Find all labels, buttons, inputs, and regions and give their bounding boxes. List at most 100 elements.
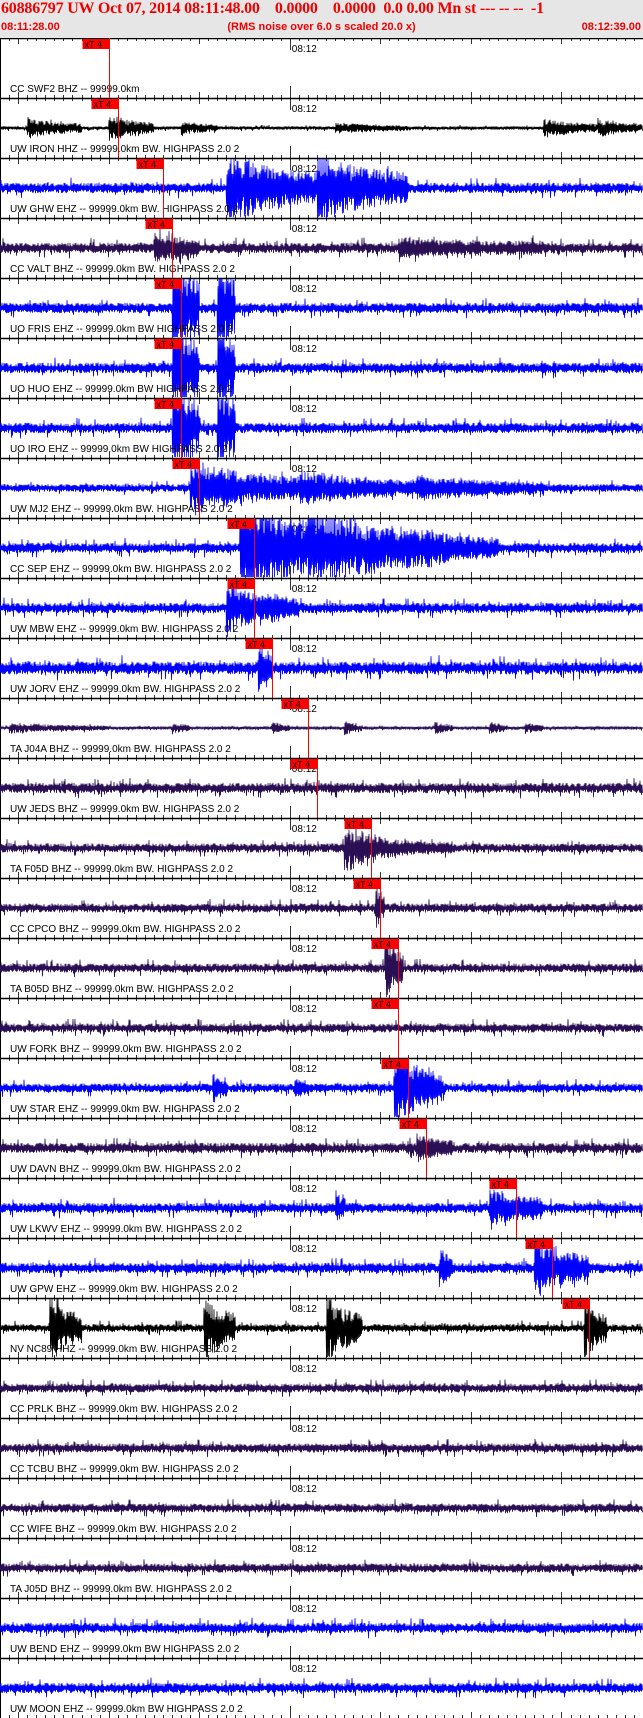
pick-label: xT 4: [374, 1000, 391, 1010]
trace-panel: 08:12UW MJ2 EHZ -- 99999.0km BW. HIGHPAS…: [0, 457, 643, 518]
minute-label: 08:12: [292, 464, 317, 475]
station-label: NV NC89 HHZ -- 99999.0km BW. HIGHPASS 2.…: [10, 1344, 238, 1355]
waveform-trace: [0, 1378, 643, 1397]
minute-label: 08:12: [292, 104, 317, 115]
station-label: TA F05D BHZ -- 99999.0km BW. HIGHPASS 2.…: [10, 864, 233, 875]
trace-panel: 08:12 UO HUO EHZ -- 99999.0km BW HIGHPASS…: [0, 337, 643, 398]
minute-label: 08:12: [292, 824, 317, 835]
trace-panel: 08:12 CC PRLK BHZ -- 99999.0km BW. HIGHPA…: [0, 1357, 643, 1418]
trace-panel: 08:12TA J04A BHZ -- 99999.0km BW. HIGHPA…: [0, 697, 643, 758]
station-label: UW MOON EHZ -- 99999.0km BW HIGHPASS 2.0…: [10, 1704, 243, 1715]
waveform-trace: [0, 1018, 643, 1037]
station-label: TA B05D BHZ -- 99999.0km BW. HIGHPASS 2.…: [10, 984, 234, 995]
station-label: UW GPW EHZ -- 99999.0km BW. HIGHPASS 2.0…: [10, 1284, 238, 1295]
waveform-trace: [0, 116, 643, 141]
trace-panel: 08:12 CC CPCO BHZ -- 99999.0km BW. HIGHPA…: [0, 877, 643, 938]
pick-label: xT 4: [492, 1180, 509, 1190]
pick-label: xT 4: [94, 100, 111, 110]
minute-label: 08:12: [292, 584, 317, 595]
trace-panel: 08:12 CC SWF2 BHZ -- 99999.0km xT 4: [0, 38, 643, 98]
pick-label: xT 4: [157, 280, 174, 290]
trace-panel: 08:12 UW GPW EHZ -- 99999.0km BW. HIGHPAS…: [0, 1237, 643, 1298]
trace-panel: 08:12 UW MBW EHZ -- 99999.0km BW. HIGHPAS…: [0, 577, 643, 638]
window-end-time: 08:12:39.00: [581, 21, 641, 33]
pick-label: xT 4: [230, 580, 247, 590]
minute-label: 08:12: [292, 1064, 317, 1075]
pick-label: xT 4: [293, 760, 310, 770]
trace-panel: 08:12 UW LKWV EHZ -- 99999.0km BW. HIGHPA…: [0, 1177, 643, 1238]
minute-label: 08:12: [292, 1364, 317, 1375]
event-title: 60886797 UW Oct 07, 2014 08:11:48.00 0.0…: [1, 0, 544, 17]
trace-panel: 08:12 CC VALT BHZ -- 99999.0km BW. HIGHPA…: [0, 217, 643, 278]
minute-label: 08:12: [292, 1304, 317, 1315]
minute-label: 08:12: [292, 224, 317, 235]
trace-panel: 08:12 UW FORK BHZ -- 99999.0km BW. HIGHPA…: [0, 997, 643, 1058]
pick-label: xT 4: [402, 1120, 419, 1130]
station-label: CC SEP EHZ -- 99999.0km BW. HIGHPASS 2.0…: [10, 564, 232, 575]
station-label: UW JORV EHZ -- 99999.0km BW. HIGHPASS 2.…: [10, 684, 241, 695]
station-label: UW IRON HHZ -- 99999.0km BW. HIGHPASS 2.…: [10, 144, 240, 155]
trace-panel: 08:12 TA B05D BHZ -- 99999.0km BW. HIGHPA…: [0, 937, 643, 998]
pick-label: xT 4: [347, 820, 364, 830]
waveform-trace: [0, 1677, 643, 1699]
pick-label: xT 4: [374, 940, 391, 950]
station-label: CC VALT BHZ -- 99999.0km BW. HIGHPASS 2.…: [10, 264, 235, 275]
minute-label: 08:12: [292, 284, 317, 295]
minute-label: 08:12: [292, 1544, 317, 1555]
trace-panel: 08:12 UO FRIS EHZ -- 99999.0km BW HIGHPAS…: [0, 277, 643, 338]
trace-panel: 08:12 CC WIFE BHZ -- 99999.0km BW. HIGHPA…: [0, 1477, 643, 1538]
minute-label: 08:12: [292, 884, 317, 895]
minute-label: 08:12: [292, 404, 317, 415]
waveform-trace: [0, 777, 643, 799]
pick-label: xT 4: [148, 220, 165, 230]
trace-panel: 08:12CC SEP EHZ -- 99999.0km BW. HIGHPAS…: [0, 517, 643, 578]
trace-panel: 08:12 UW STAR EHZ -- 99999.0km BW. HIGHPA…: [0, 1057, 643, 1118]
minute-label: 08:12: [292, 1664, 317, 1675]
station-label: UW MBW EHZ -- 99999.0km BW. HIGHPASS 2.0…: [10, 624, 239, 635]
waveform-trace: [0, 1438, 643, 1458]
pick-label: xT 4: [356, 880, 373, 890]
seismogram-panels: 08:12CC SWF2 BHZ -- 99999.0kmxT 408:12UW…: [0, 38, 643, 1718]
waveform-trace: [0, 1133, 643, 1163]
trace-panel: 08:12 UW GHW EHZ -- 99999.0km BW. HIGHPAS…: [0, 157, 643, 218]
trace-panel: 08:12 UW JORV EHZ -- 99999.0km BW. HIGHPA…: [0, 637, 643, 698]
waveform-trace: [0, 1559, 643, 1578]
pick-label: xT 4: [384, 1060, 401, 1070]
pick-label: xT 4: [157, 340, 174, 350]
pick-label: xT 4: [139, 160, 156, 170]
trace-panel: 08:12 UW IRON HHZ -- 99999.0km BW. HIGHPA…: [0, 97, 643, 158]
waveform-trace: [0, 887, 643, 928]
station-label: UW LKWV EHZ -- 99999.0km BW. HIGHPASS 2.…: [10, 1224, 243, 1235]
minute-label: 08:12: [292, 164, 317, 175]
waveform-trace: [0, 228, 643, 265]
pick-label: xT 4: [565, 1300, 582, 1310]
waveform-trace: [0, 1617, 643, 1639]
minute-label: 08:12: [292, 344, 317, 355]
minute-label: 08:12: [292, 1184, 317, 1195]
station-label: CC SWF2 BHZ -- 99999.0km: [10, 84, 139, 95]
station-label: TA J05D BHZ -- 99999.0km BW. HIGHPASS 2.…: [10, 1584, 232, 1595]
trace-panel: 08:12 UW MOON EHZ -- 99999.0km BW HIGHPAS…: [0, 1657, 643, 1718]
minute-label: 08:12: [292, 1424, 317, 1435]
station-label: UW BEND EHZ -- 99999.0km BW HIGHPASS 2.0…: [10, 1644, 240, 1655]
station-label: UW JEDS BHZ -- 99999.0km BW. HIGHPASS 2.…: [10, 804, 240, 815]
pick-label: xT 4: [85, 40, 102, 50]
waveform-trace: [0, 1499, 643, 1518]
minute-label: 08:12: [292, 1484, 317, 1495]
minute-label: 08:12: [292, 44, 317, 55]
trace-panel: 08:12 UO IRO EHZ -- 99999.0km BW HIGHPASS…: [0, 397, 643, 458]
minute-label: 08:12: [292, 1244, 317, 1255]
minute-label: 08:12: [292, 1004, 317, 1015]
trace-panel: 08:12UW JEDS BHZ -- 99999.0km BW. HIGHPA…: [0, 757, 643, 818]
pick-label: xT 4: [248, 640, 265, 650]
station-label: UO HUO EHZ -- 99999.0km BW HIGHPASS 2.0 …: [10, 384, 233, 395]
station-label: TA J04A BHZ -- 99999.0km BW. HIGHPASS 2.…: [10, 744, 231, 755]
station-label: CC CPCO BHZ -- 99999.0km BW. HIGHPASS 2.…: [10, 924, 241, 935]
trace-panel: 08:12 TA F05D BHZ -- 99999.0km BW. HIGHPA…: [0, 817, 643, 878]
station-label: UO FRIS EHZ -- 99999.0km BW HIGHPASS 2.0…: [10, 324, 233, 335]
minute-label: 08:12: [292, 1604, 317, 1615]
station-label: UW DAVN BHZ -- 99999.0km BW. HIGHPASS 2.…: [10, 1164, 241, 1175]
trace-panel: 08:12 TA J05D BHZ -- 99999.0km BW. HIGHPA…: [0, 1537, 643, 1598]
waveform-trace: [0, 721, 643, 736]
station-label: CC TCBU BHZ -- 99999.0km BW. HIGHPASS 2.…: [10, 1464, 239, 1475]
